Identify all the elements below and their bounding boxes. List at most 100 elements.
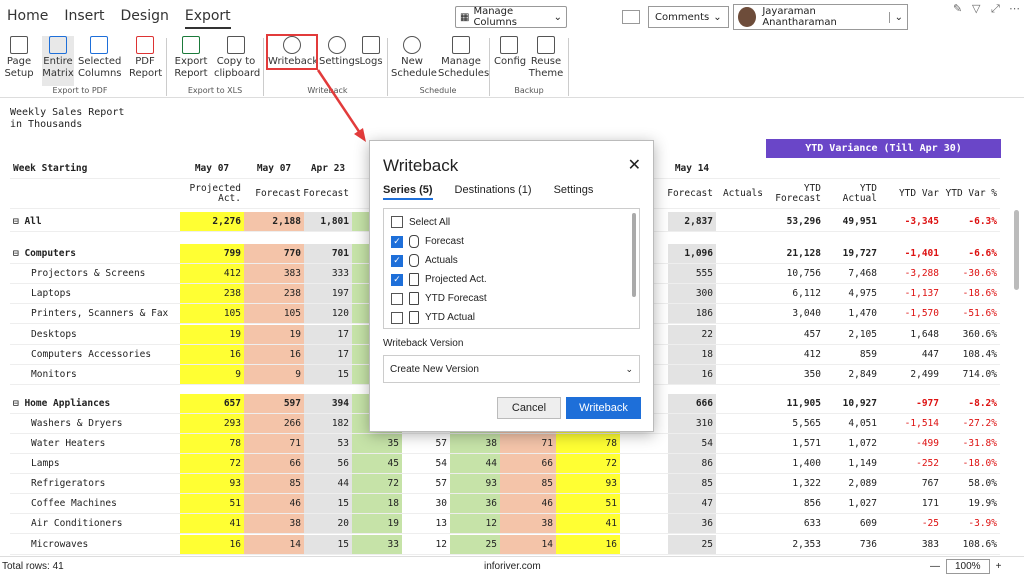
table-cell[interactable]: 6,112 bbox=[766, 284, 824, 303]
table-cell[interactable]: 1,322 bbox=[766, 474, 824, 493]
table-cell[interactable]: 93 bbox=[180, 474, 244, 493]
table-cell[interactable]: 105 bbox=[180, 304, 244, 323]
table-cell[interactable]: 2,188 bbox=[244, 212, 304, 231]
table-cell[interactable]: 609 bbox=[824, 514, 880, 533]
tab-destinations[interactable]: Destinations (1) bbox=[455, 184, 532, 200]
table-cell[interactable]: 555 bbox=[668, 264, 716, 283]
table-cell[interactable]: 19 bbox=[180, 325, 244, 344]
comments-button[interactable]: Comments ⌄ bbox=[648, 6, 729, 28]
selected-columns-button[interactable]: Selected Columns bbox=[78, 36, 122, 80]
series-item-projected[interactable]: ✓ Projected Act. bbox=[391, 273, 487, 286]
zoom-level[interactable]: 100% bbox=[946, 559, 990, 574]
filter-icon[interactable]: ▽ bbox=[972, 2, 980, 15]
series-item-forecast[interactable]: ✓ Forecast bbox=[391, 235, 464, 248]
table-cell[interactable]: 17 bbox=[304, 325, 352, 344]
table-cell[interactable]: 57 bbox=[402, 434, 450, 453]
pin-icon[interactable]: ✎ bbox=[953, 2, 962, 15]
table-cell[interactable] bbox=[716, 365, 766, 384]
table-cell[interactable]: 799 bbox=[180, 244, 244, 263]
table-cell[interactable]: 412 bbox=[180, 264, 244, 283]
table-cell[interactable]: 16 bbox=[668, 365, 716, 384]
table-cell[interactable]: 597 bbox=[244, 394, 304, 413]
table-row[interactable]: Microwaves 16 14 15 33 12 25 14 16 25 2,353 736 383 1… bbox=[10, 535, 1000, 555]
table-cell[interactable]: 78 bbox=[556, 434, 620, 453]
table-cell[interactable]: 1,027 bbox=[824, 494, 880, 513]
table-cell[interactable]: 38 bbox=[450, 434, 500, 453]
config-button[interactable]: Config bbox=[494, 36, 526, 68]
table-cell[interactable]: 14 bbox=[244, 535, 304, 554]
table-cell[interactable]: 12 bbox=[402, 535, 450, 554]
table-cell[interactable]: 21,128 bbox=[766, 244, 824, 263]
checkbox[interactable] bbox=[391, 311, 403, 324]
table-cell[interactable]: -18.0% bbox=[942, 454, 1000, 473]
series-item-ytd-actual[interactable]: YTD Actual bbox=[391, 311, 475, 324]
table-cell[interactable]: 51 bbox=[556, 494, 620, 513]
table-cell[interactable]: 383 bbox=[244, 264, 304, 283]
table-cell[interactable]: -1,514 bbox=[880, 414, 942, 433]
table-row[interactable]: Refrigerators 93 85 44 72 57 93 85 93 85 1,322 2,08… bbox=[10, 474, 1000, 494]
table-cell[interactable]: 182 bbox=[304, 414, 352, 433]
table-cell[interactable]: 1,149 bbox=[824, 454, 880, 473]
table-cell[interactable]: 53,296 bbox=[766, 212, 824, 231]
table-cell[interactable]: 78 bbox=[180, 434, 244, 453]
table-cell[interactable]: 93 bbox=[556, 474, 620, 493]
table-cell[interactable]: 333 bbox=[304, 264, 352, 283]
table-cell[interactable]: 72 bbox=[180, 454, 244, 473]
table-cell[interactable] bbox=[716, 454, 766, 473]
table-cell[interactable]: 18 bbox=[668, 345, 716, 364]
table-cell[interactable]: 54 bbox=[668, 434, 716, 453]
writeback-submit-button[interactable]: Writeback bbox=[566, 397, 641, 419]
table-cell[interactable]: 701 bbox=[304, 244, 352, 263]
table-cell[interactable]: 58.0% bbox=[942, 474, 1000, 493]
table-row[interactable]: Water Heaters 78 71 53 35 57 38 71 78 54 1,571 1,07… bbox=[10, 434, 1000, 454]
table-cell[interactable]: 66 bbox=[244, 454, 304, 473]
table-cell[interactable] bbox=[716, 535, 766, 554]
table-cell[interactable]: 46 bbox=[500, 494, 556, 513]
table-cell[interactable]: 19 bbox=[352, 514, 402, 533]
table-cell[interactable]: 33 bbox=[352, 535, 402, 554]
tab-export[interactable]: Export bbox=[184, 8, 231, 29]
tab-design[interactable]: Design bbox=[121, 8, 169, 29]
cancel-button[interactable]: Cancel bbox=[497, 397, 561, 419]
table-cell[interactable]: 53 bbox=[304, 434, 352, 453]
table-cell[interactable]: 36 bbox=[668, 514, 716, 533]
table-cell[interactable]: 2,353 bbox=[766, 535, 824, 554]
checkbox[interactable]: ✓ bbox=[391, 254, 403, 267]
table-cell[interactable]: 657 bbox=[180, 394, 244, 413]
table-cell[interactable] bbox=[716, 434, 766, 453]
table-cell[interactable]: 44 bbox=[304, 474, 352, 493]
table-cell[interactable]: 85 bbox=[668, 474, 716, 493]
table-cell[interactable]: 86 bbox=[668, 454, 716, 473]
table-cell[interactable]: 3,040 bbox=[766, 304, 824, 323]
vertical-scrollbar[interactable] bbox=[1014, 210, 1019, 290]
logs-button[interactable]: Logs bbox=[358, 36, 384, 68]
checkbox[interactable] bbox=[391, 292, 403, 305]
table-cell[interactable]: 2,849 bbox=[824, 365, 880, 384]
table-cell[interactable]: 41 bbox=[556, 514, 620, 533]
table-cell[interactable] bbox=[716, 414, 766, 433]
zoom-in-icon[interactable]: + bbox=[996, 561, 1002, 572]
table-cell[interactable]: 350 bbox=[766, 365, 824, 384]
table-cell[interactable]: 2,837 bbox=[668, 212, 716, 231]
table-cell[interactable]: 666 bbox=[668, 394, 716, 413]
table-cell[interactable]: 1,400 bbox=[766, 454, 824, 473]
table-cell[interactable]: 1,648 bbox=[880, 325, 942, 344]
table-cell[interactable]: 457 bbox=[766, 325, 824, 344]
table-cell[interactable]: 1,072 bbox=[824, 434, 880, 453]
table-cell[interactable]: 14 bbox=[500, 535, 556, 554]
tab-settings[interactable]: Settings bbox=[554, 184, 594, 200]
table-cell[interactable]: 394 bbox=[304, 394, 352, 413]
table-cell[interactable]: 2,276 bbox=[180, 212, 244, 231]
manage-schedules-button[interactable]: Manage Schedules bbox=[438, 36, 489, 80]
more-icon[interactable]: ⋯ bbox=[1009, 2, 1020, 15]
table-cell[interactable]: 22 bbox=[668, 325, 716, 344]
expand-icon[interactable]: ⤢ bbox=[991, 2, 1000, 16]
table-cell[interactable]: -1,401 bbox=[880, 244, 942, 263]
table-cell[interactable]: 44 bbox=[450, 454, 500, 473]
table-cell[interactable]: 300 bbox=[668, 284, 716, 303]
table-cell[interactable]: -25 bbox=[880, 514, 942, 533]
tab-insert[interactable]: Insert bbox=[64, 8, 104, 29]
table-cell[interactable]: -27.2% bbox=[942, 414, 1000, 433]
table-cell[interactable]: 9 bbox=[180, 365, 244, 384]
table-cell[interactable]: 19.9% bbox=[942, 494, 1000, 513]
